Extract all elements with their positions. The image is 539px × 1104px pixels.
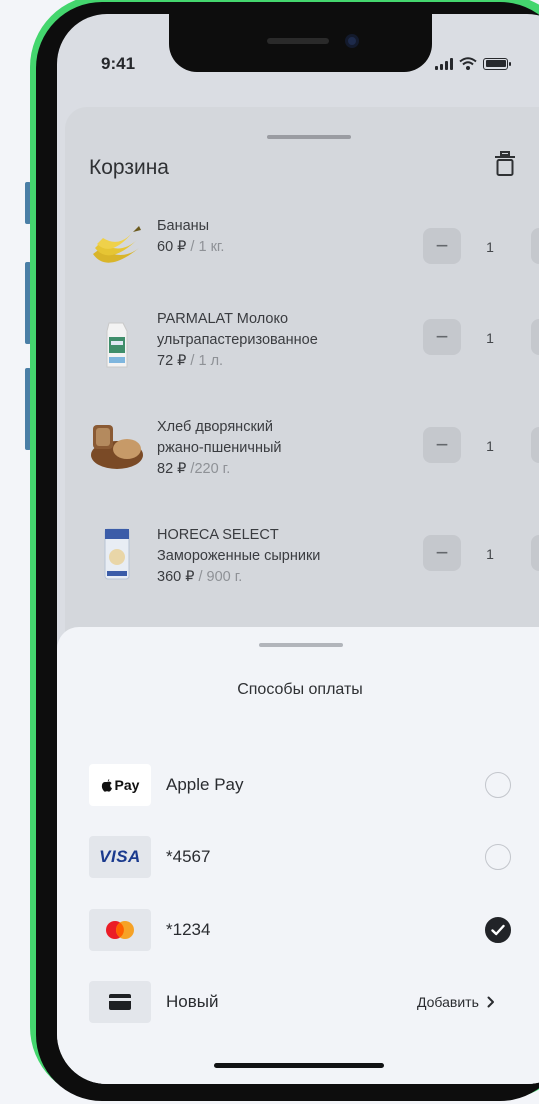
price-unit: / 1 кг. <box>186 239 225 255</box>
payment-method-visa[interactable]: VISA *4567 <box>57 836 539 880</box>
increase-button[interactable]: + <box>531 427 539 463</box>
payment-method-label: Apple Pay <box>166 775 244 794</box>
milk-thumbnail <box>106 322 128 368</box>
credit-card-icon <box>109 994 131 1010</box>
cart-item-text: HORECA SELECT Замороженные сырники 360 ₽… <box>157 525 320 588</box>
cart-item-name-line: Хлеб дворянский <box>157 419 273 435</box>
cart-title: Корзина <box>89 156 169 179</box>
payment-sheet-title: Способы оплаты <box>237 681 363 698</box>
payment-method-label: *1234 <box>166 920 211 939</box>
apple-logo-icon <box>101 779 112 792</box>
speaker <box>267 38 329 44</box>
cart-item-price: 360 ₽ / 900 г. <box>157 567 320 588</box>
cart-item: PARMALAT Молоко ультрапастеризованное 72… <box>65 307 539 397</box>
radio-button-unselected[interactable] <box>485 772 511 798</box>
cart-item-price: 72 ₽ / 1 л. <box>157 351 318 372</box>
mastercard-logo-icon <box>106 921 134 939</box>
payment-method-label: Новый <box>166 992 219 1011</box>
payment-sheet-handle[interactable] <box>259 643 343 647</box>
quantity-value: 1 <box>486 546 494 562</box>
price-value: 360 ₽ <box>157 569 195 585</box>
add-card-label: Добавить <box>417 994 479 1010</box>
cart-item-text: PARMALAT Молоко ультрапастеризованное 72… <box>157 309 318 372</box>
cart-item-name-line: ультрапастеризованное <box>157 332 318 348</box>
signal-icon <box>435 57 453 70</box>
price-unit: /220 г. <box>186 461 231 477</box>
price-unit: / 900 г. <box>194 569 243 585</box>
payment-sheet: Способы оплаты Pay Apple Pay VISA *4567 … <box>57 627 539 1084</box>
payment-method-mastercard[interactable]: *1234 <box>57 909 539 953</box>
payment-method-new-card[interactable]: Новый Добавить <box>57 981 539 1025</box>
syrniki-thumbnail <box>104 528 130 580</box>
decrease-button[interactable]: − <box>423 228 461 264</box>
payment-method-label: *4567 <box>166 847 211 866</box>
decrease-button[interactable]: − <box>423 427 461 463</box>
increase-button[interactable]: + <box>531 535 539 571</box>
cart-item: HORECA SELECT Замороженные сырники 360 ₽… <box>65 523 539 613</box>
chevron-right-icon <box>487 996 494 1008</box>
price-value: 60 ₽ <box>157 239 187 255</box>
bread-thumbnail <box>91 425 143 469</box>
cart-item-name-line: PARMALAT Молоко <box>157 311 289 327</box>
phone-screen: Корзина Бананы 60 ₽ / 1 кг. − 1 PARMALAT… <box>57 14 539 1084</box>
apple-pay-icon: Pay <box>89 764 151 806</box>
cart-item-text: Бананы 60 ₽ / 1 кг. <box>157 216 224 258</box>
home-indicator[interactable] <box>214 1063 384 1068</box>
front-camera <box>345 34 359 48</box>
status-time: 9:41 <box>101 54 136 73</box>
wifi-icon <box>459 57 477 70</box>
payment-method-apple-pay[interactable]: Pay Apple Pay <box>57 764 539 808</box>
quantity-value: 1 <box>486 239 494 255</box>
notch <box>169 14 432 72</box>
add-card-link[interactable]: Добавить <box>417 994 495 1010</box>
price-value: 72 ₽ <box>157 353 187 369</box>
battery-icon <box>483 57 511 70</box>
increase-button[interactable]: + <box>531 319 539 355</box>
radio-button-selected[interactable] <box>485 917 511 943</box>
card-icon <box>89 981 151 1023</box>
cart-item: Бананы 60 ₽ / 1 кг. − 1 + <box>65 212 539 302</box>
cart-item-name: Бананы <box>157 218 210 234</box>
decrease-button[interactable]: − <box>423 319 461 355</box>
trash-icon[interactable] <box>493 150 517 178</box>
cart-item-price: 82 ₽ /220 г. <box>157 459 281 480</box>
price-unit: / 1 л. <box>186 353 224 369</box>
banana-thumbnail <box>93 226 141 263</box>
radio-button-unselected[interactable] <box>485 844 511 870</box>
mastercard-icon <box>89 909 151 951</box>
quantity-value: 1 <box>486 438 494 454</box>
cart-sheet-handle[interactable] <box>267 135 351 139</box>
visa-icon: VISA <box>89 836 151 878</box>
cart-item-price: 60 ₽ / 1 кг. <box>157 237 224 258</box>
visa-icon-text: VISA <box>99 847 141 866</box>
status-icons <box>435 57 511 70</box>
decrease-button[interactable]: − <box>423 535 461 571</box>
cart-item: Хлеб дворянский ржано-пшеничный 82 ₽ /22… <box>65 415 539 505</box>
checkmark-icon <box>491 924 505 936</box>
quantity-value: 1 <box>486 330 494 346</box>
cart-item-name-line: HORECA SELECT <box>157 527 279 543</box>
increase-button[interactable]: + <box>531 228 539 264</box>
cart-item-text: Хлеб дворянский ржано-пшеничный 82 ₽ /22… <box>157 417 281 480</box>
status-bar: 9:41 <box>57 14 539 109</box>
price-value: 82 ₽ <box>157 461 187 477</box>
apple-pay-icon-text: Pay <box>114 777 140 793</box>
page: Корзина Бананы 60 ₽ / 1 кг. − 1 PARMALAT… <box>0 0 539 1104</box>
cart-item-name-line: Замороженные сырники <box>157 548 321 564</box>
cart-item-name-line: ржано-пшеничный <box>157 440 282 456</box>
